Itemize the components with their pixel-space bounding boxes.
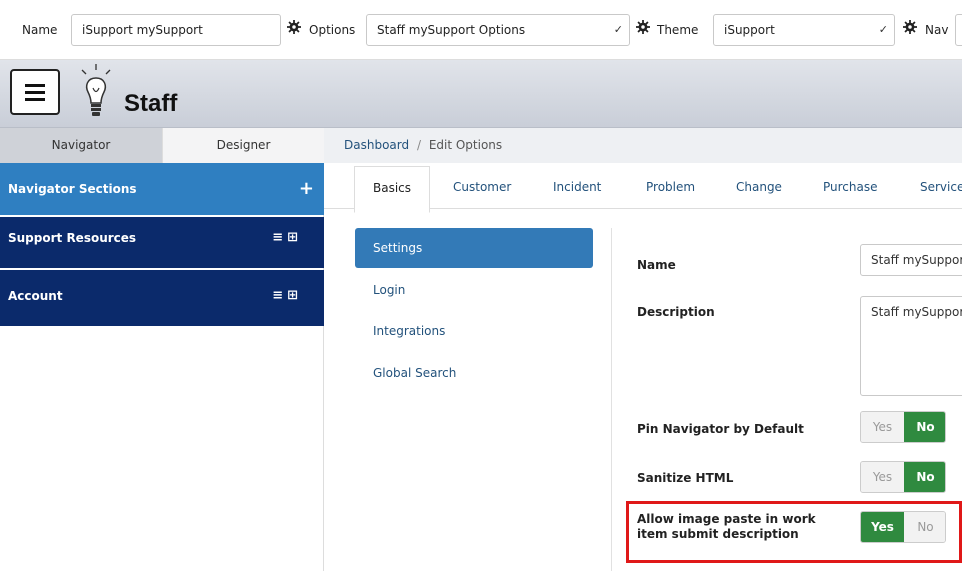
image-paste-label-line1: Allow image paste in work [637, 512, 816, 526]
tab-navigator[interactable]: Navigator [0, 128, 162, 163]
nav-select[interactable] [955, 14, 962, 46]
name-field[interactable]: Staff mySupport [860, 244, 962, 276]
list-grid-icon[interactable]: ≡⊞ [272, 270, 302, 322]
image-paste-label-line2: item submit description [637, 527, 799, 541]
nav-section-account[interactable]: Account ≡⊞ [0, 270, 324, 326]
theme-select-value: iSupport [724, 23, 775, 37]
tab-incident[interactable]: Incident [553, 163, 601, 209]
sanitize-html-toggle[interactable]: Yes No [860, 461, 946, 493]
subnav-integrations[interactable]: Integrations [355, 311, 593, 351]
chevron-down-icon: ✓ [613, 23, 623, 36]
nav-section-label: Support Resources [8, 231, 137, 245]
tab-designer[interactable]: Designer [162, 128, 324, 163]
sanitize-html-yes[interactable]: Yes [861, 462, 904, 492]
nav-section-navigator-sections[interactable]: Navigator Sections + [0, 163, 324, 215]
image-paste-toggle[interactable]: Yes No [860, 511, 946, 543]
chevron-down-icon: ✓ [878, 23, 888, 36]
name-field-label: Name [637, 258, 676, 272]
brand-title: Staff [124, 90, 178, 117]
nav-label: Nav [925, 23, 949, 37]
breadcrumb-dashboard-link[interactable]: Dashboard [344, 138, 409, 152]
app-header: Staff [0, 60, 962, 128]
tab-change[interactable]: Change [736, 163, 782, 209]
pin-navigator-no[interactable]: No [904, 412, 945, 442]
tab-customer[interactable]: Customer [453, 163, 511, 209]
image-paste-yes[interactable]: Yes [861, 512, 904, 542]
gear-icon [287, 20, 301, 34]
options-tabs: Basics Customer Incident Problem Change … [324, 163, 962, 213]
breadcrumb: Dashboard / Edit Options [324, 128, 962, 163]
pin-navigator-label: Pin Navigator by Default [637, 422, 804, 436]
image-paste-no[interactable]: No [904, 512, 945, 542]
pin-navigator-toggle[interactable]: Yes No [860, 411, 946, 443]
tab-purchase[interactable]: Purchase [823, 163, 878, 209]
subnav-settings[interactable]: Settings [355, 228, 593, 268]
options-label: Options [309, 23, 356, 37]
lightbulb-logo-icon [81, 64, 111, 116]
theme-label: Theme [657, 23, 699, 37]
tab-problem[interactable]: Problem [646, 163, 695, 209]
image-paste-label: Allow image paste in work item submit de… [637, 512, 816, 542]
name-label: Name [22, 23, 58, 37]
description-field[interactable]: Staff mySupport [860, 296, 962, 396]
hamburger-line [25, 84, 45, 87]
description-field-label: Description [637, 305, 715, 319]
breadcrumb-separator: / [416, 138, 421, 152]
gear-icon [636, 20, 650, 34]
tab-service[interactable]: Service [920, 163, 962, 209]
nav-section-label: Account [8, 289, 63, 303]
hamburger-line [25, 98, 45, 101]
top-toolbar: Name iSupport mySupport Options Staff my… [0, 0, 962, 60]
theme-select[interactable]: iSupport ✓ [713, 14, 895, 46]
pin-navigator-yes[interactable]: Yes [861, 412, 904, 442]
plus-icon[interactable]: + [299, 163, 314, 215]
subnav-global-search[interactable]: Global Search [355, 353, 593, 393]
name-input[interactable]: iSupport mySupport [71, 14, 281, 46]
subnav-login[interactable]: Login [355, 270, 593, 310]
hamburger-line [25, 91, 45, 94]
app-root: Name iSupport mySupport Options Staff my… [0, 0, 962, 571]
breadcrumb-current: Edit Options [428, 138, 503, 152]
options-select[interactable]: Staff mySupport Options ✓ [366, 14, 630, 46]
list-grid-icon[interactable]: ≡⊞ [272, 217, 302, 259]
nav-section-support-resources[interactable]: Support Resources ≡⊞ [0, 217, 324, 268]
sanitize-html-no[interactable]: No [904, 462, 945, 492]
options-select-value: Staff mySupport Options [377, 23, 526, 37]
gear-icon [903, 20, 917, 34]
sanitize-html-label: Sanitize HTML [637, 471, 734, 485]
menu-button[interactable] [10, 69, 60, 115]
nav-section-label: Navigator Sections [8, 182, 137, 196]
divider [611, 228, 612, 571]
left-panel: Navigator Designer Navigator Sections + … [0, 128, 324, 571]
tab-basics[interactable]: Basics [354, 166, 431, 213]
